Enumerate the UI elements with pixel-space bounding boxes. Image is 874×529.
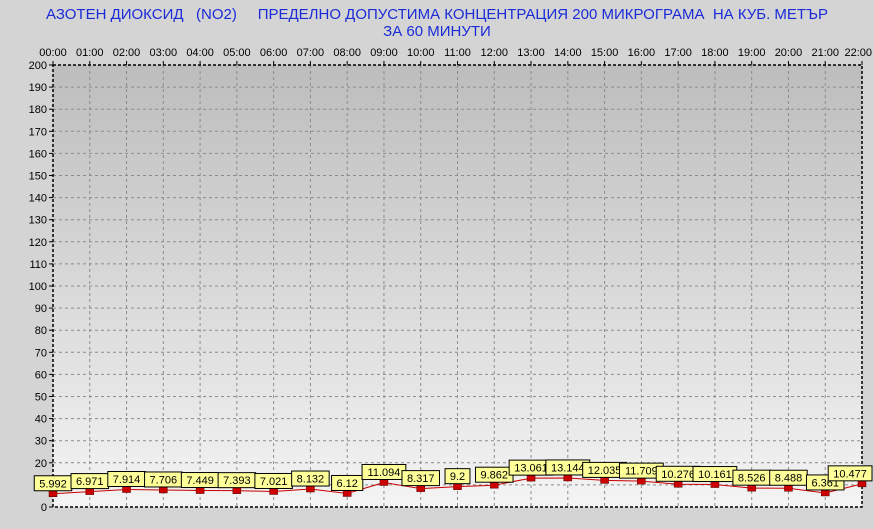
x-tick-label: 03:00	[150, 47, 178, 59]
y-tick-label: 30	[35, 436, 47, 448]
x-tick-label: 02:00	[113, 47, 141, 59]
data-point-marker	[490, 481, 499, 489]
y-tick-label: 50	[35, 392, 47, 404]
data-point-marker	[306, 485, 315, 493]
data-point-marker	[784, 484, 793, 492]
data-point-marker	[122, 486, 131, 493]
data-point-marker	[857, 480, 867, 488]
data-point-marker	[269, 488, 278, 495]
x-tick-label: 18:00	[701, 47, 729, 59]
data-point-marker	[342, 490, 352, 497]
x-tick-label: 13:00	[517, 47, 545, 59]
x-tick-label: 06:00	[260, 47, 288, 59]
x-tick-label: 05:00	[223, 47, 251, 59]
y-tick-label: 0	[41, 502, 47, 514]
data-label: 6.12	[336, 478, 357, 490]
data-label: 7.021	[260, 476, 288, 488]
data-label: 6.971	[76, 476, 104, 488]
data-label: 10.477	[833, 468, 867, 480]
x-tick-label: 11:00	[444, 47, 471, 59]
chart-plot: 0102030405060708090100110120130140150160…	[29, 47, 873, 514]
data-label: 8.317	[407, 473, 435, 485]
y-tick-label: 130	[29, 215, 47, 227]
data-point-marker	[600, 477, 609, 484]
x-tick-label: 09:00	[370, 47, 398, 59]
data-label: 7.393	[223, 475, 251, 487]
chart: АЗОТЕН ДИОКСИД (NO2) ПРЕДЕЛНО ДОПУСТИМА …	[0, 0, 874, 529]
x-tick-label: 14:00	[554, 47, 582, 59]
data-point-marker	[710, 481, 720, 488]
x-tick-label: 19:00	[738, 47, 766, 59]
x-tick-label: 15:00	[591, 47, 619, 59]
data-label: 7.449	[186, 475, 214, 487]
data-label: 5.992	[39, 478, 67, 490]
y-tick-label: 190	[29, 82, 47, 94]
y-tick-label: 20	[35, 458, 47, 470]
data-label: 8.488	[775, 473, 803, 485]
x-tick-label: 22:00	[844, 47, 872, 59]
data-label: 8.526	[738, 473, 766, 485]
y-tick-label: 160	[29, 148, 47, 160]
x-tick-label: 08:00	[333, 47, 361, 59]
data-point-marker	[563, 474, 573, 482]
x-tick-label: 17:00	[664, 47, 692, 59]
y-tick-label: 140	[29, 193, 47, 205]
x-tick-label: 07:00	[297, 47, 325, 59]
data-label: 7.706	[150, 474, 178, 486]
x-tick-label: 16:00	[628, 47, 656, 59]
data-label: 10.161	[698, 469, 732, 481]
data-point-marker	[747, 484, 756, 492]
data-label: 10.276	[661, 469, 695, 481]
x-tick-label: 12:00	[481, 47, 509, 59]
data-point-marker	[195, 487, 205, 494]
y-tick-label: 80	[35, 325, 47, 337]
data-label: 9.2	[450, 471, 465, 483]
data-point-marker	[379, 479, 389, 486]
data-label: 7.914	[113, 474, 141, 486]
data-point-marker	[526, 474, 536, 482]
x-tick-label: 10:00	[407, 47, 435, 59]
data-point-marker	[637, 477, 646, 485]
y-tick-label: 150	[29, 171, 47, 183]
data-point-marker	[85, 488, 95, 495]
y-tick-label: 200	[29, 60, 47, 72]
data-label: 9.862	[481, 470, 509, 482]
data-point-marker	[159, 486, 168, 494]
data-label: 11.709	[625, 466, 658, 478]
y-tick-label: 180	[29, 104, 47, 116]
data-label: 13.144	[551, 462, 585, 474]
data-label: 11.094	[368, 467, 401, 479]
y-tick-label: 70	[35, 347, 47, 359]
y-tick-label: 120	[29, 237, 47, 249]
data-point-marker	[416, 485, 425, 492]
x-tick-label: 20:00	[775, 47, 803, 59]
data-label: 12.035	[588, 465, 622, 477]
x-tick-label: 04:00	[186, 47, 214, 59]
y-tick-label: 110	[29, 259, 47, 271]
data-point-marker	[820, 489, 830, 497]
x-tick-label: 00:00	[39, 47, 67, 59]
y-tick-label: 100	[29, 281, 47, 293]
y-tick-label: 60	[35, 369, 47, 381]
data-point-marker	[232, 487, 242, 494]
data-point-marker	[48, 490, 58, 498]
x-tick-label: 21:00	[811, 47, 839, 59]
data-point-marker	[673, 481, 683, 488]
y-tick-label: 170	[29, 126, 47, 138]
data-point-marker	[453, 483, 462, 490]
data-label: 13.061	[514, 463, 548, 475]
data-label: 8.132	[297, 474, 325, 486]
y-tick-label: 90	[35, 303, 47, 315]
y-tick-label: 40	[35, 414, 47, 426]
x-tick-label: 01:00	[76, 47, 104, 59]
